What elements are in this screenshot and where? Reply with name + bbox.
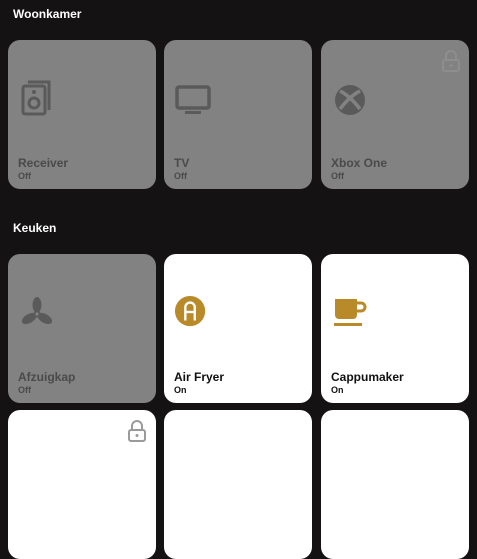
tile-tv[interactable]: TV Off (164, 40, 312, 189)
tile-partial[interactable] (164, 410, 312, 559)
tile-name: Xbox One (331, 156, 388, 170)
tile-state: On (331, 385, 344, 395)
fan-icon (21, 297, 53, 325)
air-fryer-icon (174, 295, 206, 327)
speaker-icon (21, 80, 51, 116)
tile-name: Air Fryer (174, 370, 225, 384)
section-title-keuken: Keuken (13, 221, 57, 235)
tile-state: Off (18, 385, 31, 395)
tile-state: Off (18, 171, 31, 181)
tile-afzuigkap[interactable]: Afzuigkap Off (8, 254, 156, 403)
tile-partial[interactable] (321, 410, 469, 559)
tile-name: TV (174, 156, 190, 170)
tile-name: Receiver (18, 156, 69, 170)
tile-state: On (174, 385, 187, 395)
tile-air-fryer[interactable]: Air Fryer On (164, 254, 312, 403)
lock-icon (442, 50, 460, 72)
coffee-cup-icon (334, 299, 367, 326)
tile-name: Cappumaker (331, 370, 404, 384)
tile-receiver[interactable]: Receiver Off (8, 40, 156, 189)
tile-name: Afzuigkap (18, 370, 76, 384)
section-title-woonkamer: Woonkamer (13, 7, 82, 21)
tile-xbox-one[interactable]: Xbox One Off (321, 40, 469, 189)
tv-icon (175, 85, 211, 114)
tile-cappumaker[interactable]: Cappumaker On (321, 254, 469, 403)
xbox-icon (335, 85, 365, 115)
tile-state: Off (331, 171, 344, 181)
tile-state: Off (174, 171, 187, 181)
tile-partial[interactable] (8, 410, 156, 559)
lock-icon (128, 420, 146, 442)
